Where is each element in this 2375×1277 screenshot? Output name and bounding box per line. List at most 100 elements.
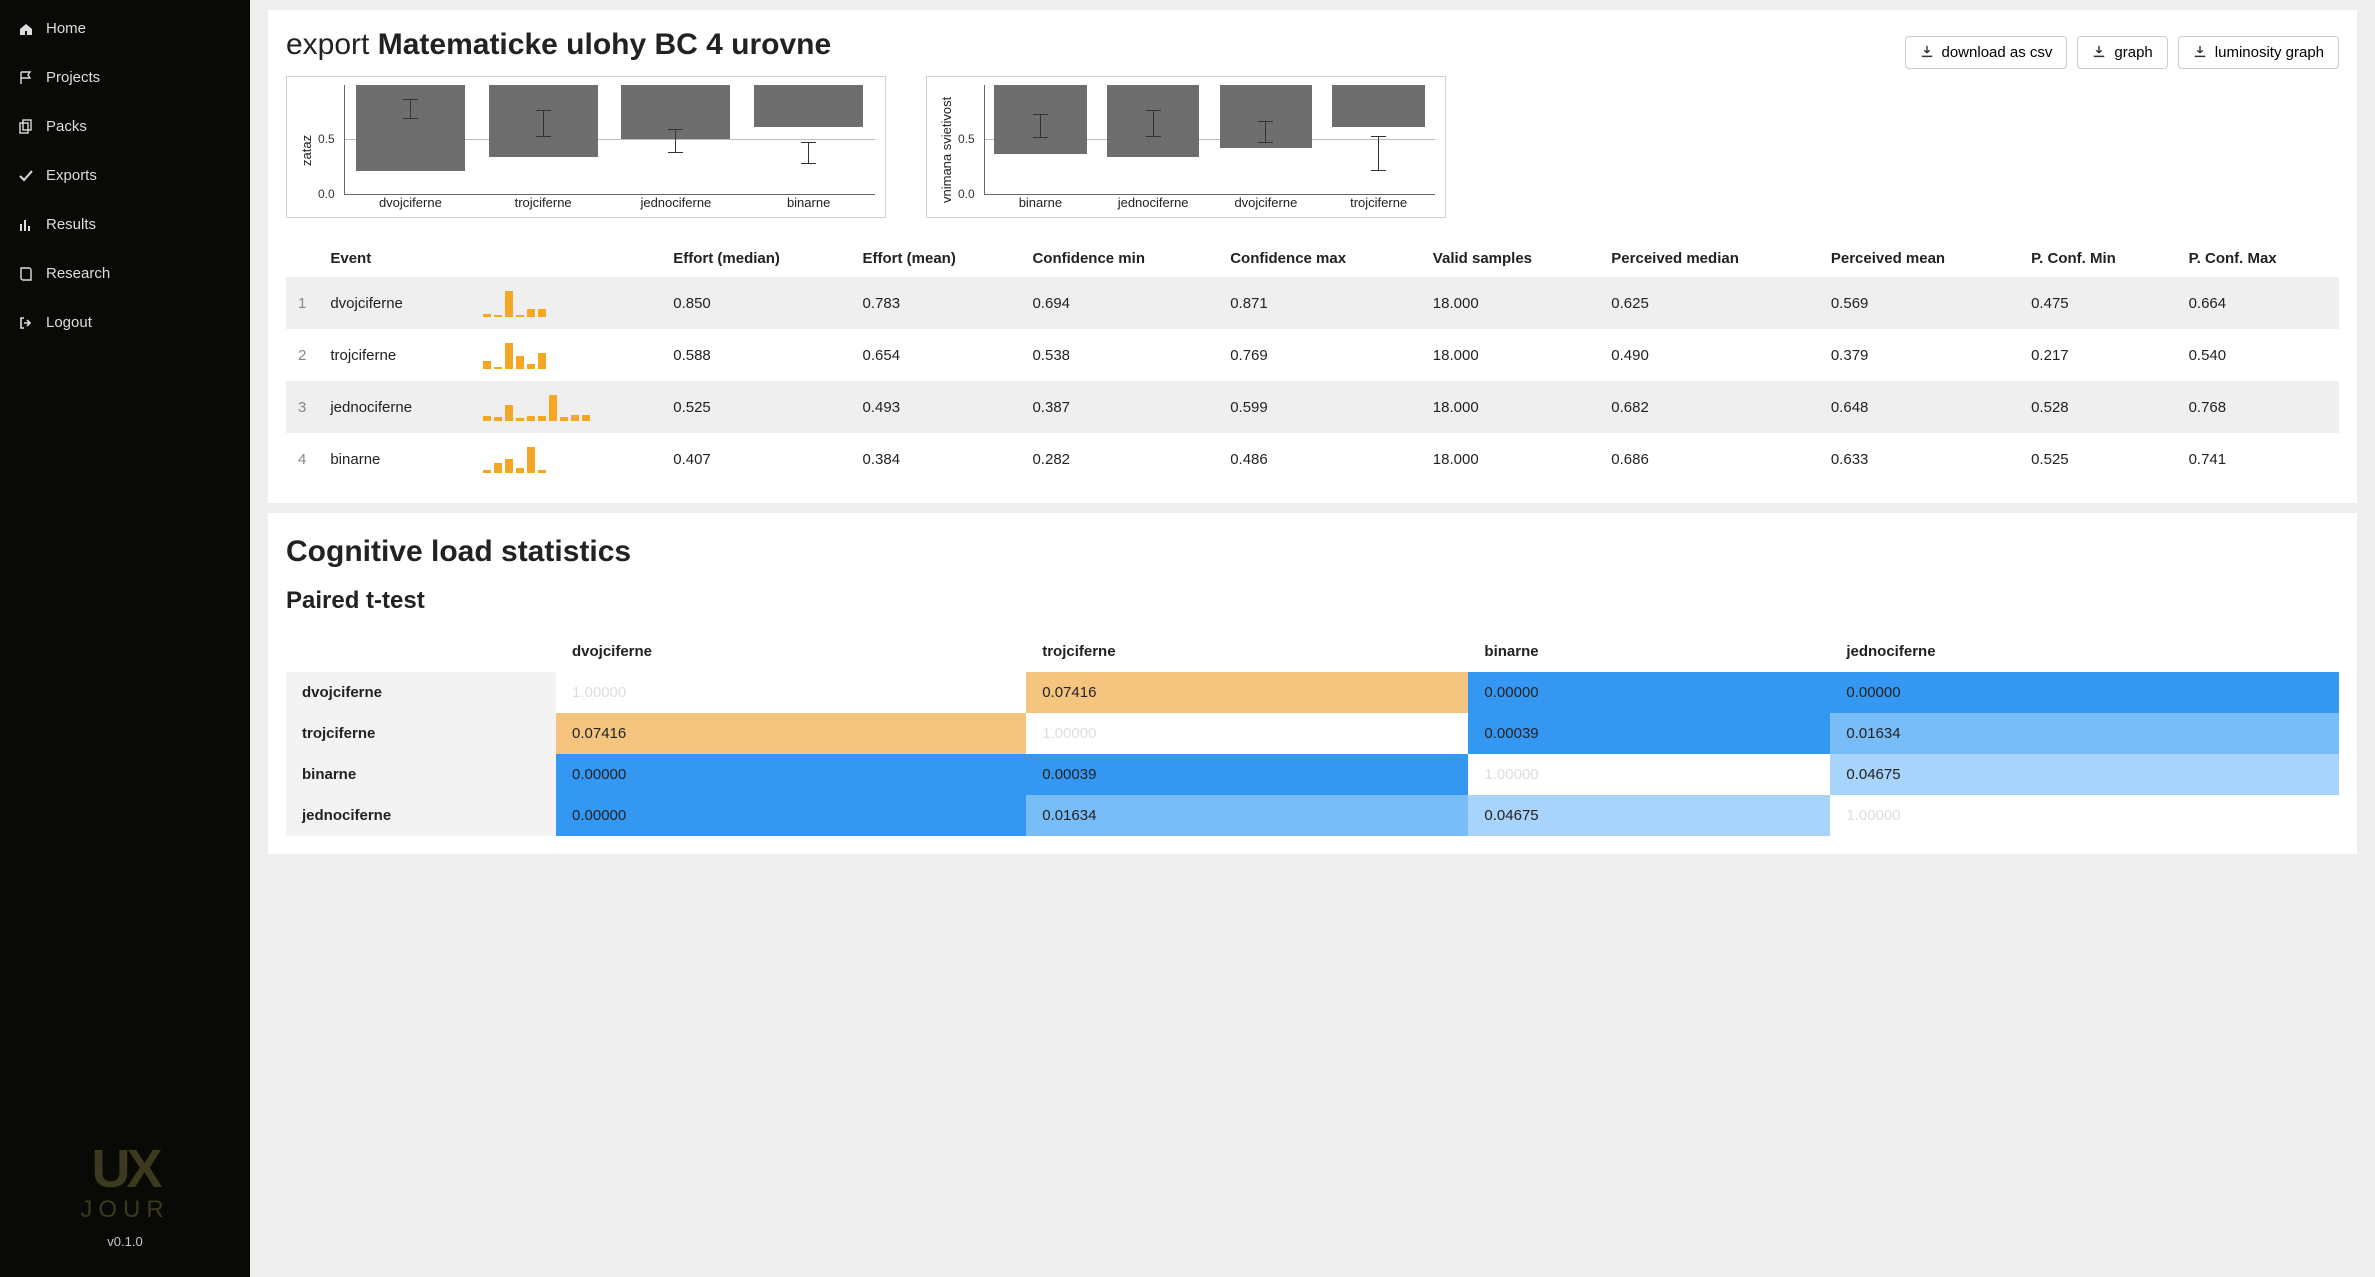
chart-ylabel: zataz (297, 85, 316, 215)
sidebar-item-label: Home (46, 20, 86, 37)
table-cell: 0.741 (2177, 433, 2339, 485)
table-cell: 0.769 (1218, 329, 1421, 381)
col-header: Effort (mean) (851, 240, 1021, 277)
stats-panel: Cognitive load statistics Paired t-test … (268, 513, 2357, 854)
grid-row-header: binarne (286, 754, 556, 795)
table-cell: 0.387 (1020, 381, 1218, 433)
home-icon (18, 21, 34, 37)
table-cell: 0.525 (2019, 433, 2176, 485)
ttest-table: dvojcifernetrojcifernebinarnejednocifern… (286, 631, 2339, 836)
grid-row-header: dvojciferne (286, 672, 556, 713)
row-number: 1 (286, 277, 318, 329)
table-cell: 18.000 (1421, 329, 1600, 381)
export-panel: export Matematicke ulohy BC 4 urovne dow… (268, 10, 2357, 503)
logo-ux: UX (0, 1138, 250, 1200)
table-row: 3 jednociferne 0.5250.4930.3870.59918.00… (286, 381, 2339, 433)
sidebar-item-label: Projects (46, 69, 100, 86)
sidebar: Home Projects Packs Exports Results Rese… (0, 0, 250, 1277)
download-icon (2092, 45, 2106, 59)
stats-title: Cognitive load statistics (286, 535, 2339, 569)
grid-row: binarne0.000000.000391.000000.04675 (286, 754, 2339, 795)
sidebar-item-exports[interactable]: Exports (0, 151, 250, 200)
sidebar-nav: Home Projects Packs Exports Results Rese… (0, 0, 250, 1120)
table-cell: 0.217 (2019, 329, 2176, 381)
table-cell: 18.000 (1421, 381, 1600, 433)
chart-ylabel: vnimana svietivost (937, 85, 956, 215)
grid-row: trojciferne0.074161.000000.000390.01634 (286, 713, 2339, 754)
table-cell: 0.490 (1599, 329, 1819, 381)
grid-cell: 0.00000 (1468, 672, 1830, 713)
event-name: jednociferne (318, 381, 471, 433)
table-cell: 0.475 (2019, 277, 2176, 329)
grid-row-header: jednociferne (286, 795, 556, 836)
col-header: Perceived median (1599, 240, 1819, 277)
table-cell: 0.694 (1020, 277, 1218, 329)
col-header: P. Conf. Max (2177, 240, 2339, 277)
sidebar-item-packs[interactable]: Packs (0, 102, 250, 151)
grid-col-header: binarne (1468, 631, 1830, 672)
sidebar-item-home[interactable]: Home (0, 4, 250, 53)
sparkline (471, 329, 661, 381)
grid-col-header: jednociferne (1830, 631, 2339, 672)
col-header: Effort (median) (661, 240, 850, 277)
download-icon (1920, 45, 1934, 59)
sidebar-item-label: Results (46, 216, 96, 233)
grid-cell: 1.00000 (1026, 713, 1468, 754)
col-header: Perceived mean (1819, 240, 2019, 277)
stats-subtitle: Paired t-test (286, 587, 2339, 615)
table-cell: 0.569 (1819, 277, 2019, 329)
graph-button[interactable]: graph (2077, 36, 2167, 69)
bars-icon (18, 217, 34, 233)
grid-cell: 0.04675 (1468, 795, 1830, 836)
table-cell: 0.850 (661, 277, 850, 329)
table-cell: 0.379 (1819, 329, 2019, 381)
col-header: Event (318, 240, 661, 277)
grid-cell: 0.00039 (1468, 713, 1830, 754)
luminosity-graph-button[interactable]: luminosity graph (2178, 36, 2339, 69)
table-cell: 0.407 (661, 433, 850, 485)
table-cell: 0.540 (2177, 329, 2339, 381)
sidebar-item-label: Logout (46, 314, 92, 331)
logo-jour: JOUR (0, 1196, 250, 1224)
grid-cell: 0.04675 (1830, 754, 2339, 795)
table-cell: 0.633 (1819, 433, 2019, 485)
effort-chart: zataz 0.0 0.5 dvojcifernetrojcifernejedn… (286, 76, 886, 218)
row-number: 4 (286, 433, 318, 485)
grid-row: dvojciferne1.000000.074160.000000.00000 (286, 672, 2339, 713)
grid-cell: 1.00000 (1468, 754, 1830, 795)
sidebar-item-results[interactable]: Results (0, 200, 250, 249)
grid-cell: 1.00000 (1830, 795, 2339, 836)
grid-cell: 0.07416 (1026, 672, 1468, 713)
col-header: Confidence max (1218, 240, 1421, 277)
sidebar-item-label: Exports (46, 167, 97, 184)
event-name: dvojciferne (318, 277, 471, 329)
page-title: export Matematicke ulohy BC 4 urovne (286, 28, 831, 62)
sidebar-item-label: Packs (46, 118, 87, 135)
grid-cell: 1.00000 (556, 672, 1026, 713)
table-cell: 0.768 (2177, 381, 2339, 433)
table-cell: 0.588 (661, 329, 850, 381)
sidebar-item-logout[interactable]: Logout (0, 298, 250, 347)
sparkline (471, 277, 661, 329)
event-name: binarne (318, 433, 471, 485)
table-cell: 0.625 (1599, 277, 1819, 329)
download-csv-button[interactable]: download as csv (1905, 36, 2068, 69)
grid-row: jednociferne0.000000.016340.046751.00000 (286, 795, 2339, 836)
luminosity-chart: vnimana svietivost 0.0 0.5 binarnejednoc… (926, 76, 1446, 218)
results-table: EventEffort (median)Effort (mean)Confide… (286, 240, 2339, 485)
table-cell: 0.682 (1599, 381, 1819, 433)
app-version: v0.1.0 (0, 1234, 250, 1249)
table-cell: 0.599 (1218, 381, 1421, 433)
row-number: 2 (286, 329, 318, 381)
sidebar-item-research[interactable]: Research (0, 249, 250, 298)
book-icon (18, 266, 34, 282)
sidebar-footer: UX JOUR v0.1.0 (0, 1120, 250, 1277)
table-cell: 0.282 (1020, 433, 1218, 485)
table-row: 2 trojciferne 0.5880.6540.5380.76918.000… (286, 329, 2339, 381)
grid-cell: 0.00000 (556, 754, 1026, 795)
sidebar-item-projects[interactable]: Projects (0, 53, 250, 102)
col-header: Confidence min (1020, 240, 1218, 277)
table-cell: 0.493 (851, 381, 1021, 433)
table-cell: 0.871 (1218, 277, 1421, 329)
sparkline (471, 381, 661, 433)
